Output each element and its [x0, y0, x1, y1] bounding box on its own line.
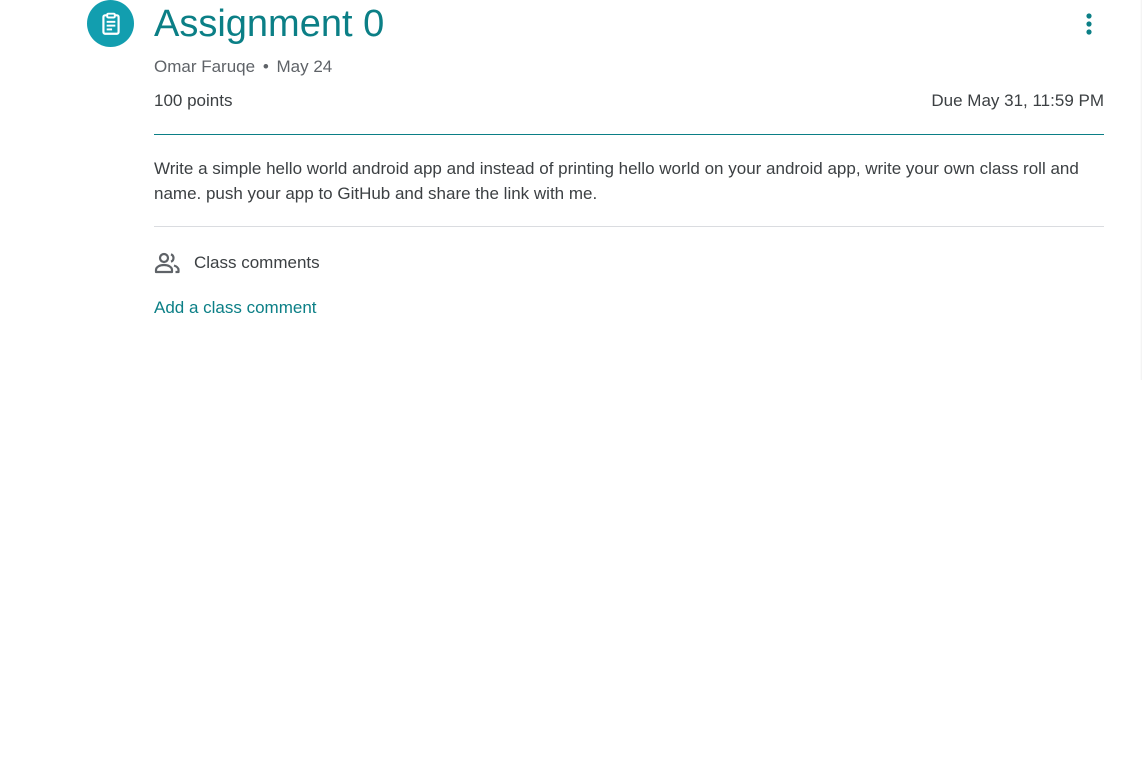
meta-separator: •	[262, 57, 269, 76]
assignment-due-date: Due May 31, 11:59 PM	[931, 91, 1104, 110]
assignment-clipboard-icon	[87, 0, 134, 47]
assignment-page: Assignment 0 Omar Faruqe • May 24 100 po…	[0, 0, 1142, 765]
assignment-title: Assignment 0	[154, 3, 385, 45]
people-icon	[154, 250, 184, 276]
header-divider	[154, 134, 1104, 135]
assignment-points: 100 points	[154, 91, 233, 110]
more-options-button[interactable]	[1070, 5, 1108, 43]
assignment-description: Write a simple hello world android app a…	[154, 159, 1079, 203]
comments-divider	[154, 226, 1104, 227]
class-comments-label: Class comments	[194, 253, 320, 272]
posted-date: May 24	[276, 57, 333, 76]
author-name: Omar Faruqe	[154, 57, 256, 76]
assignment-meta: Omar Faruqe • May 24	[154, 56, 332, 78]
add-class-comment-button[interactable]: Add a class comment	[154, 296, 317, 320]
class-comments-header: Class comments	[154, 250, 320, 276]
more-vert-icon	[1086, 13, 1092, 35]
